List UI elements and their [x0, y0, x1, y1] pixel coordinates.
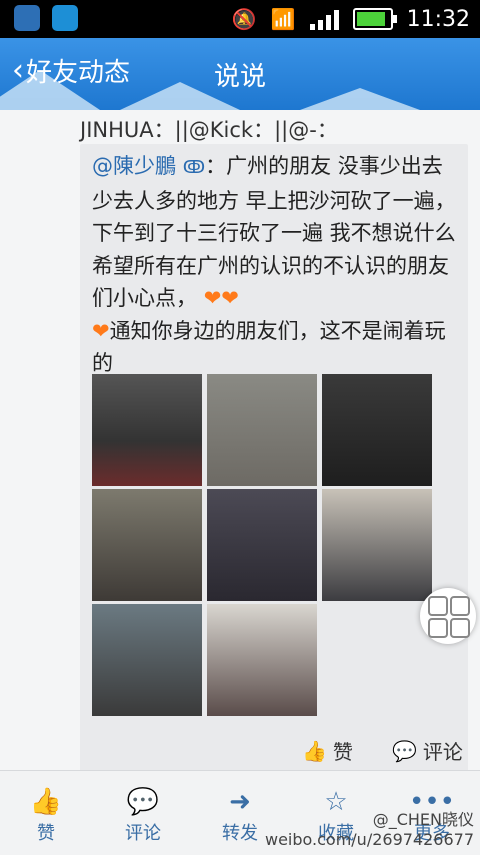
like-action[interactable]: 👍 赞 — [302, 736, 353, 765]
watermark-url: weibo.com/u/2697426677 — [264, 830, 474, 849]
battery-icon — [352, 8, 397, 30]
app-notification-icon — [14, 5, 40, 31]
heart-icon: ❤ — [92, 318, 110, 343]
photo-5[interactable] — [207, 489, 317, 601]
heart-icon: ❤❤ — [203, 286, 239, 310]
repost-chain: JINHUA：||@Kick：||@-： — [80, 118, 338, 142]
post-body-2: 通知你身边的朋友们，这不是闹着玩的 — [92, 318, 446, 376]
floating-menu-button[interactable] — [420, 588, 476, 644]
tab-comment-label: 评论 — [125, 823, 161, 844]
clock: 11:32 — [406, 6, 470, 32]
photo-2[interactable] — [207, 374, 317, 486]
page-title: 说说 — [213, 62, 266, 92]
like-label: 赞 — [332, 740, 353, 764]
tab-like-label: 赞 — [37, 823, 55, 844]
photo-7[interactable] — [92, 604, 202, 716]
tab-comment[interactable]: 💬 评论 — [103, 785, 183, 845]
comment-icon: 💬 — [126, 787, 160, 817]
tab-like[interactable]: 👍 赞 — [6, 785, 86, 845]
comment-icon: 💬 — [392, 738, 417, 763]
comment-action[interactable]: 💬 评论 — [392, 736, 463, 765]
post-actions: 👍 赞 💬 评论 — [0, 730, 480, 770]
watermark-user: @_CHEN晓仪 — [372, 810, 474, 829]
status-bar: 🔕 📶 11:32 — [0, 0, 480, 38]
photo-3[interactable] — [322, 374, 432, 486]
watermark: @_CHEN晓仪 weibo.com/u/2697426677 — [265, 806, 474, 849]
thumbs-up-icon: 👍 — [29, 787, 63, 817]
wifi-icon: 📶 — [270, 7, 296, 31]
thumbs-up-icon: 👍 — [302, 738, 327, 763]
comment-label: 评论 — [422, 740, 463, 764]
signal-icon — [309, 8, 339, 30]
photo-6[interactable] — [322, 489, 432, 601]
mute-icon: 🔕 — [231, 7, 257, 31]
author-mention[interactable]: @陳少鵬 — [92, 154, 176, 178]
post-detail: JINHUA：||@Kick：||@-： @陳少鵬 ↂ：广州的朋友 没事少出去 … — [0, 110, 480, 836]
photo-1[interactable] — [92, 374, 202, 486]
post-text: @陳少鵬 ↂ：广州的朋友 没事少出去 少去人多的地方 早上把沙河砍了一遍，下午到… — [92, 150, 458, 380]
vip-icon: ↂ — [182, 157, 206, 178]
title-bar: ‹ 好友动态 说说 — [0, 38, 480, 110]
photo-8[interactable] — [207, 604, 317, 716]
photo-4[interactable] — [92, 489, 202, 601]
shield-icon — [52, 5, 78, 31]
